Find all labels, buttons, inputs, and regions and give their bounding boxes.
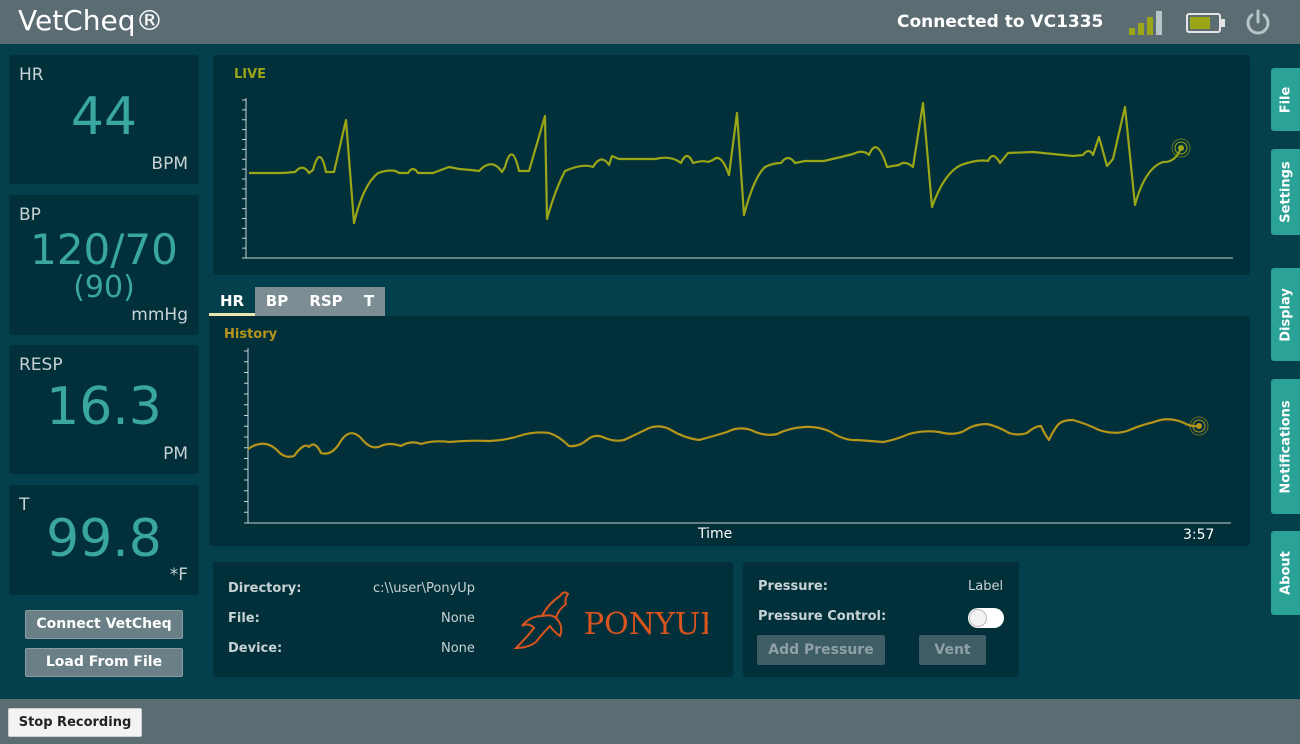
device-label: Device: [228,641,283,656]
tab-hr[interactable]: HR [209,287,255,316]
bp-card: BP 120/70 (90) mmHg [9,195,199,335]
pressure-control-toggle[interactable] [968,608,1004,628]
side-tab-settings-label: Settings [1278,161,1293,223]
toggle-knob [969,609,987,627]
side-tab-notifications-label: Notifications [1278,399,1293,494]
history-chart [244,348,1231,524]
stop-recording-button[interactable]: Stop Recording [8,708,142,737]
footer-bar [0,699,1300,744]
side-tab-file-label: File [1278,86,1293,113]
pressure-control-label: Pressure Control: [758,609,887,624]
side-tab-about-label: About [1278,551,1293,595]
hr-unit: BPM [151,154,188,174]
side-tab-settings[interactable]: Settings [1271,149,1300,235]
file-value: None [441,611,475,626]
hr-card: HR 44 BPM [9,55,199,184]
temp-card: T 99.8 *F [9,485,199,595]
resp-value: 16.3 [46,377,162,437]
pressure-value: Label [968,579,1004,594]
header-bar [0,0,1300,44]
signal-strength-icon [1129,11,1162,35]
device-value: None [441,641,475,656]
add-pressure-button[interactable]: Add Pressure [757,635,885,665]
bp-label: BP [19,205,41,225]
app-title: VetCheq® [18,4,164,37]
tab-rsp[interactable]: RSP [299,287,353,316]
live-waveform-chart [242,98,1233,259]
side-tab-file[interactable]: File [1271,68,1300,131]
hr-label: HR [19,65,44,85]
vent-button[interactable]: Vent [919,635,986,665]
side-tab-display-label: Display [1278,287,1293,342]
hr-value: 44 [70,87,138,147]
resp-card: RESP 16.3 PM [9,345,199,474]
file-label: File: [228,611,260,626]
temp-value: 99.8 [46,509,162,569]
svg-text:PONYUP: PONYUP [584,607,708,642]
tab-t[interactable]: T [353,287,385,316]
resp-unit: PM [163,444,188,464]
bp-mean: (90) [73,270,135,305]
history-time: 3:57 [1183,527,1215,543]
directory-label: Directory: [228,581,302,596]
side-tab-notifications[interactable]: Notifications [1271,379,1300,514]
side-tab-about[interactable]: About [1271,531,1300,615]
ponyup-logo: PONYUP [513,591,708,650]
pressure-label: Pressure: [758,579,828,594]
battery-icon [1186,13,1225,33]
chart-tabs: HR BP RSP T [209,287,385,316]
connection-status: Connected to VC1335 [897,12,1104,32]
power-icon[interactable] [1243,8,1273,38]
resp-label: RESP [19,355,63,375]
bp-value: 120/70 [30,225,178,274]
connect-vetcheq-button[interactable]: Connect VetCheq [25,610,183,639]
history-x-label: Time [698,526,733,542]
bp-unit: mmHg [131,305,188,325]
temp-unit: *F [169,565,188,585]
load-from-file-button[interactable]: Load From File [25,648,183,677]
side-tab-display[interactable]: Display [1271,268,1300,361]
tab-bp[interactable]: BP [255,287,299,316]
directory-value: c:\\user\PonyUp [373,581,476,596]
